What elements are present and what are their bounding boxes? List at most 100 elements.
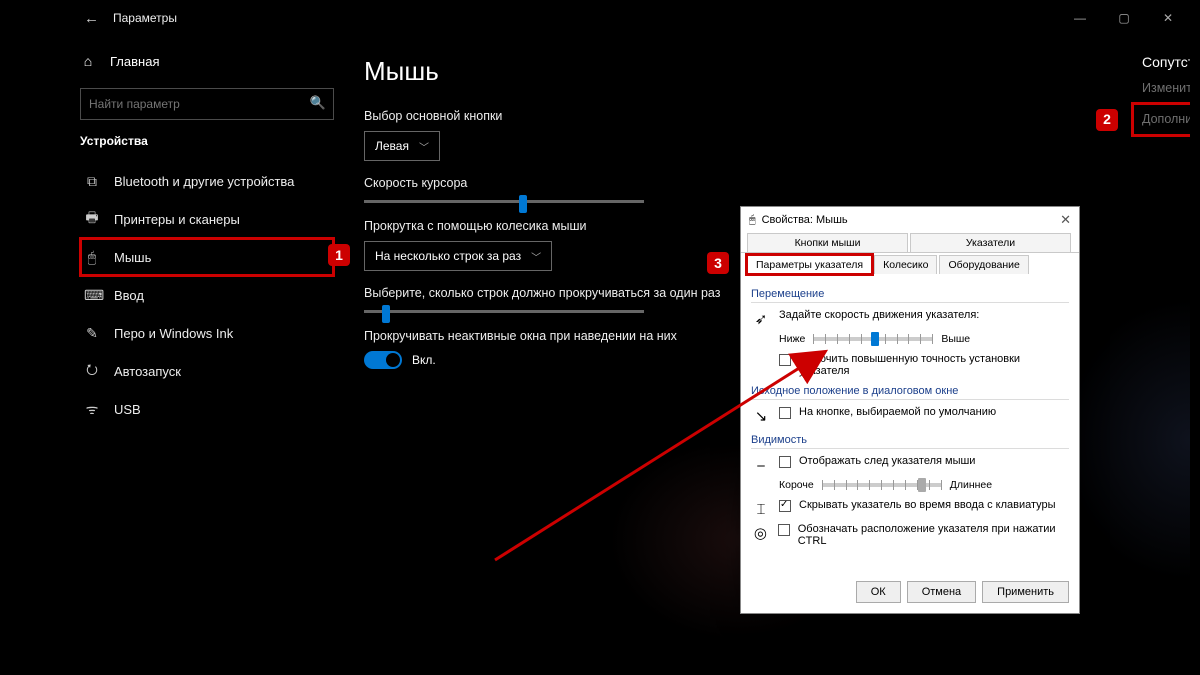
label-short: Короче bbox=[779, 479, 814, 491]
tab-buttons[interactable]: Кнопки мыши bbox=[747, 233, 908, 252]
dropdown-scroll-mode[interactable]: На несколько строк за раз ﹀ bbox=[364, 241, 552, 271]
mouse-properties-dialog: 🖱 Свойства: Мышь ✕ Кнопки мыши Указатели… bbox=[740, 206, 1080, 614]
slider-cursor-speed[interactable] bbox=[364, 200, 644, 203]
sidebar-item-bluetooth[interactable]: ⧉ Bluetooth и другие устройства bbox=[80, 162, 334, 200]
annotation-badge-2: 2 bbox=[1096, 109, 1118, 131]
sidebar-item-label: Bluetooth и другие устройства bbox=[114, 174, 294, 189]
mouse-icon: 🖱 bbox=[84, 249, 100, 266]
maximize-icon[interactable]: ▢ bbox=[1102, 0, 1146, 36]
search-input[interactable] bbox=[80, 88, 334, 120]
slider-pointer-speed[interactable] bbox=[813, 337, 933, 341]
keyboard-icon: ⌨ bbox=[84, 287, 100, 304]
row-motion-speed: Ниже Выше bbox=[779, 333, 1069, 345]
tab-hardware[interactable]: Оборудование bbox=[939, 255, 1028, 274]
back-icon[interactable]: ← bbox=[84, 10, 99, 27]
group-snap-to: Исходное положение в диалоговом окне bbox=[751, 385, 1069, 400]
search-wrap: 🔍 bbox=[80, 88, 334, 120]
slider-thumb[interactable] bbox=[871, 332, 879, 346]
toggle-pill[interactable] bbox=[364, 351, 402, 369]
sidebar-item-printers[interactable]: 🖶 Принтеры и сканеры bbox=[80, 200, 334, 238]
sidebar-home[interactable]: ⌂ Главная bbox=[80, 44, 334, 78]
bluetooth-icon: ⧉ bbox=[84, 173, 100, 190]
label-slow: Ниже bbox=[779, 333, 805, 345]
chevron-down-icon: ﹀ bbox=[419, 139, 429, 154]
dropdown-value: На несколько строк за раз bbox=[375, 249, 521, 263]
minimize-icon[interactable]: — bbox=[1058, 0, 1102, 36]
slider-thumb[interactable] bbox=[382, 305, 390, 323]
sidebar-item-label: Принтеры и сканеры bbox=[114, 212, 240, 227]
page-title: Мышь bbox=[364, 56, 1162, 87]
checkbox-hide-while-typing[interactable] bbox=[779, 500, 791, 512]
link-additional-mouse[interactable]: 2 Дополнительные параметры мыши bbox=[1134, 105, 1190, 134]
trails-icon: ⎯ bbox=[751, 455, 771, 475]
label-ctrl-locate: Обозначать расположение указателя при на… bbox=[798, 523, 1069, 547]
sidebar-item-pen[interactable]: ✎ Перо и Windows Ink bbox=[80, 314, 334, 352]
sidebar-item-label: Перо и Windows Ink bbox=[114, 326, 233, 341]
sidebar-item-typing[interactable]: ⌨ Ввод bbox=[80, 276, 334, 314]
label-long: Длиннее bbox=[950, 479, 992, 491]
checkbox-trails[interactable] bbox=[779, 456, 791, 468]
annotation-badge-1: 1 bbox=[328, 244, 350, 266]
dropdown-primary-button[interactable]: Левая ﹀ bbox=[364, 131, 440, 161]
cancel-button[interactable]: Отмена bbox=[907, 581, 976, 603]
settings-window: ← Параметры — ▢ ✕ ⌂ Главная 🔍 Устройства… bbox=[60, 0, 1190, 660]
sidebar-item-autoplay[interactable]: ⭮ Автозапуск bbox=[80, 352, 334, 390]
label-enhance-precision: Включить повышенную точность установки у… bbox=[799, 353, 1069, 377]
link-cursor-size[interactable]: Изменить размер курсора и указателя мыши bbox=[1142, 80, 1190, 97]
slider-trail-length[interactable] bbox=[822, 483, 942, 487]
slider-thumb[interactable] bbox=[519, 195, 527, 213]
chevron-down-icon: ﹀ bbox=[531, 249, 541, 264]
sidebar-item-mouse[interactable]: 🖱 Мышь 1 bbox=[80, 238, 334, 276]
dialog-body: Перемещение ➶ Задайте скорость движения … bbox=[741, 274, 1079, 547]
hide-cursor-icon: ⌶ bbox=[751, 499, 771, 519]
dialog-titlebar: 🖱 Свойства: Мышь ✕ bbox=[741, 207, 1079, 233]
sidebar-item-label: Мышь bbox=[114, 250, 151, 265]
slider-thumb[interactable] bbox=[918, 478, 926, 492]
cursor-icon: ➶ bbox=[751, 309, 771, 329]
annotation-badge-3: 3 bbox=[707, 252, 729, 274]
tab-pointer-options[interactable]: Параметры указателя bbox=[747, 255, 872, 274]
sidebar: ⌂ Главная 🔍 Устройства ⧉ Bluetooth и дру… bbox=[60, 36, 350, 660]
printer-icon: 🖶 bbox=[84, 207, 100, 231]
checkbox-snap-to[interactable] bbox=[779, 407, 791, 419]
link-text: Дополнительные параметры мыши bbox=[1142, 112, 1190, 126]
related-settings: Сопутствующие параметры Изменить размер … bbox=[1142, 54, 1190, 142]
label-trails: Отображать след указателя мыши bbox=[799, 455, 975, 467]
group-visibility: Видимость bbox=[751, 434, 1069, 449]
dialog-close-icon[interactable]: ✕ bbox=[1060, 212, 1071, 228]
dropdown-value: Левая bbox=[375, 139, 409, 153]
sidebar-category: Устройства bbox=[80, 134, 334, 148]
autoplay-icon: ⭮ bbox=[84, 359, 100, 383]
row-trail-length: Короче Длиннее bbox=[779, 479, 1069, 491]
close-icon[interactable]: ✕ bbox=[1146, 0, 1190, 36]
window-title: Параметры bbox=[113, 11, 177, 25]
titlebar: ← Параметры — ▢ ✕ bbox=[60, 0, 1190, 36]
mouse-small-icon: 🖱 bbox=[749, 214, 756, 227]
sidebar-item-label: USB bbox=[114, 402, 141, 417]
window-controls: — ▢ ✕ bbox=[1058, 0, 1190, 36]
label-fast: Выше bbox=[941, 333, 970, 345]
checkbox-enhance-precision[interactable] bbox=[779, 354, 791, 366]
tab-wheel[interactable]: Колесико bbox=[874, 255, 937, 274]
checkbox-ctrl-locate[interactable] bbox=[778, 524, 790, 536]
label-snap-to: На кнопке, выбираемой по умолчанию bbox=[799, 406, 996, 418]
home-icon: ⌂ bbox=[80, 53, 96, 69]
label-cursor-speed: Скорость курсора bbox=[364, 176, 1162, 190]
snap-icon: ↘ bbox=[751, 406, 771, 426]
slider-lines[interactable] bbox=[364, 310, 644, 313]
apply-button[interactable]: Применить bbox=[982, 581, 1069, 603]
related-header: Сопутствующие параметры bbox=[1142, 54, 1190, 70]
label-primary-button: Выбор основной кнопки bbox=[364, 109, 1162, 123]
dialog-title: Свойства: Мышь bbox=[762, 214, 848, 226]
dialog-tabs-row2: 3 Параметры указателя Колесико Оборудова… bbox=[741, 255, 1079, 274]
tab-pointers[interactable]: Указатели bbox=[910, 233, 1071, 252]
sidebar-item-usb[interactable]: ᯤ USB bbox=[80, 390, 334, 428]
dialog-buttons: ОК Отмена Применить bbox=[856, 581, 1069, 603]
ok-button[interactable]: ОК bbox=[856, 581, 901, 603]
sidebar-item-label: Ввод bbox=[114, 288, 144, 303]
usb-icon: ᯤ bbox=[84, 400, 100, 419]
sidebar-home-label: Главная bbox=[110, 54, 159, 69]
toggle-label: Вкл. bbox=[412, 353, 436, 367]
pen-icon: ✎ bbox=[84, 325, 100, 342]
label-hide-while-typing: Скрывать указатель во время ввода с клав… bbox=[799, 499, 1056, 511]
